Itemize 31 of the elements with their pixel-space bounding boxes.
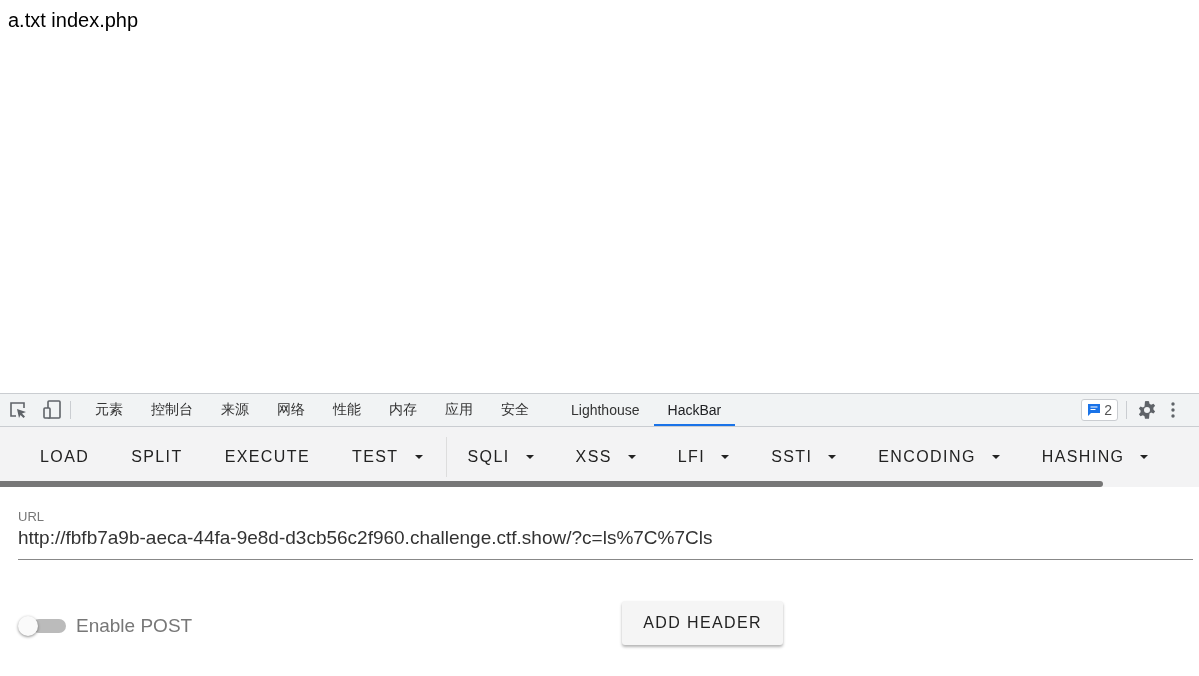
devtools-tab[interactable]: 内存 xyxy=(375,396,431,426)
settings-icon[interactable] xyxy=(1137,400,1157,420)
menu-dropdown[interactable]: HASHING xyxy=(1021,439,1169,475)
page-text: a.txt index.php xyxy=(8,9,139,31)
devtools-tab[interactable]: 来源 xyxy=(207,396,263,426)
menu-dropdown[interactable]: XSS xyxy=(555,439,656,475)
device-icon[interactable] xyxy=(42,400,62,420)
devtools-tab[interactable]: 元素 xyxy=(81,396,137,426)
menu-dropdown[interactable]: TEST xyxy=(332,439,443,475)
toggle-label: Enable POST xyxy=(76,614,193,638)
menu-dropdown[interactable]: SQLI xyxy=(447,439,554,475)
menu-dropdown[interactable]: SSTI xyxy=(751,439,857,475)
menu-dropdown[interactable]: ENCODING xyxy=(858,439,1020,475)
devtools-tab[interactable]: Lighthouse xyxy=(557,396,654,426)
menu-dropdown[interactable]: LFI xyxy=(657,439,750,475)
url-field[interactable]: URL http://fbfb7a9b-aeca-44fa-9e8d-d3cb56c2f960.challenge.ctf.show/?c=ls%7C%7Cls xyxy=(18,509,1193,560)
menu-button[interactable]: LOAD xyxy=(20,439,110,475)
inspect-icon[interactable] xyxy=(8,400,28,420)
devtools-tab[interactable]: 安全 xyxy=(487,396,543,426)
menu-button[interactable]: EXECUTE xyxy=(204,439,330,475)
toggle-switch[interactable] xyxy=(18,614,66,638)
message-icon xyxy=(1087,403,1102,417)
scrollbar[interactable] xyxy=(0,481,1103,487)
issues-button[interactable]: 2 xyxy=(1081,399,1118,421)
devtools-tab[interactable]: 控制台 xyxy=(137,396,207,426)
add-header-button[interactable]: ADD HEADER xyxy=(622,601,784,645)
devtools-tab[interactable]: 应用 xyxy=(431,396,487,426)
menu-button[interactable]: SPLIT xyxy=(111,439,203,475)
devtools-tab[interactable]: 网络 xyxy=(263,396,319,426)
devtools-tab[interactable]: 性能 xyxy=(319,396,375,426)
more-icon[interactable] xyxy=(1171,402,1175,418)
